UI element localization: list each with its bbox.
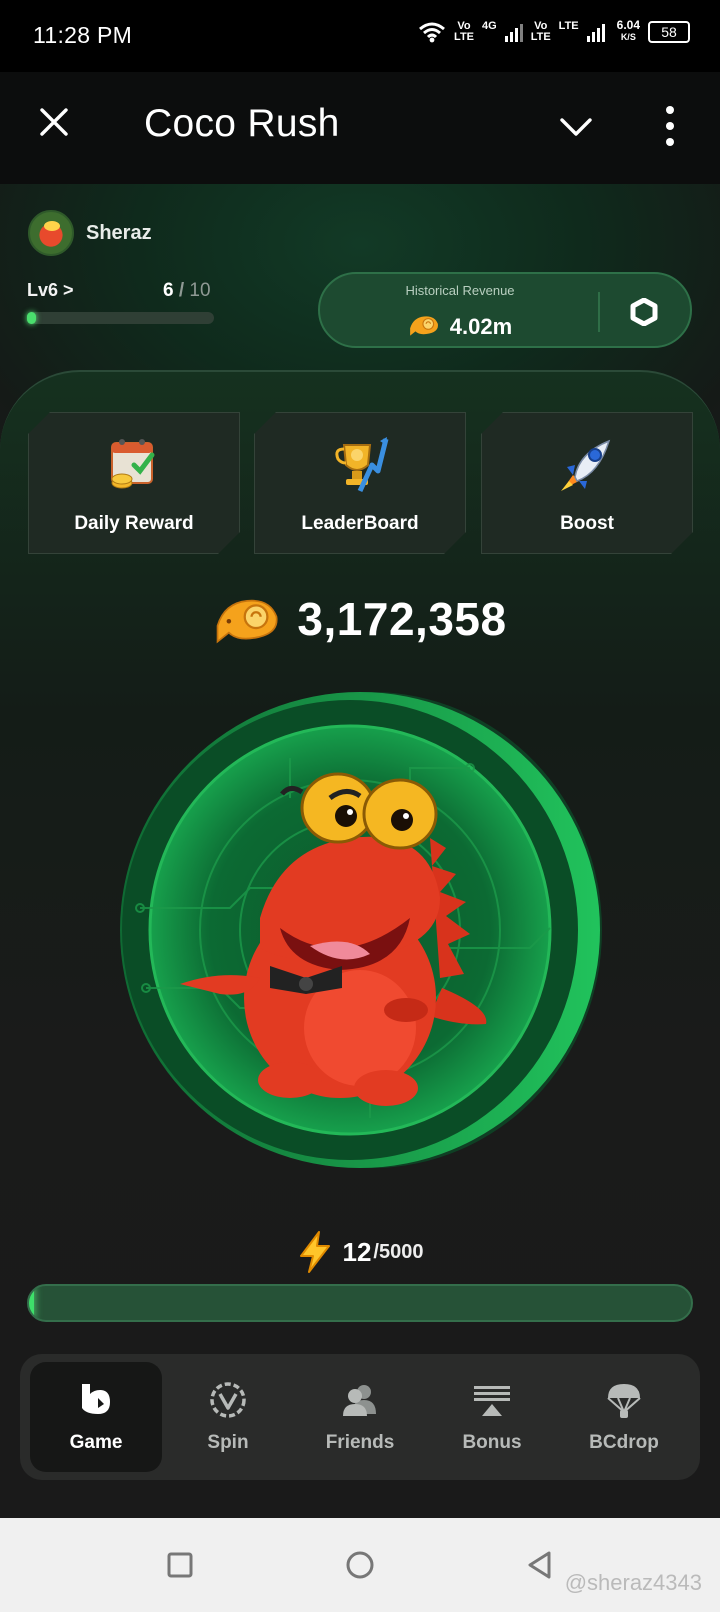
leaderboard-label: LeaderBoard: [301, 513, 419, 534]
boost-card[interactable]: Boost: [481, 412, 693, 554]
rocket-icon: [557, 435, 617, 495]
nav-bonus[interactable]: Bonus: [426, 1362, 558, 1472]
app-header: Coco Rush: [0, 72, 720, 184]
revenue-value-row: 4.02m: [320, 312, 600, 340]
energy-current: 12: [342, 1236, 372, 1267]
chevron-down-icon[interactable]: [556, 107, 596, 147]
system-nav-bar: [0, 1518, 720, 1612]
historical-revenue-pill[interactable]: Historical Revenue 4.02m: [318, 272, 692, 348]
nav-spin-label: Spin: [207, 1432, 249, 1453]
volte-indicator-1: Vo LTE: [454, 19, 475, 43]
level-link[interactable]: Lv6 >: [27, 280, 74, 301]
user-name: Sheraz: [86, 221, 152, 244]
revenue-value: 4.02m: [449, 314, 513, 339]
network-lte-label: LTE: [558, 20, 579, 32]
signal-icon-2: [586, 22, 605, 42]
boost-label: Boost: [560, 513, 614, 534]
nav-bcdrop-label: BCdrop: [589, 1432, 659, 1453]
user-profile[interactable]: Sheraz: [28, 210, 152, 256]
friends-icon: [343, 1385, 376, 1416]
leaderboard-card[interactable]: LeaderBoard: [254, 412, 466, 554]
network-4g-label: 4G: [482, 20, 497, 32]
net-speed-unit: K/S: [620, 32, 636, 42]
close-icon[interactable]: [34, 102, 74, 142]
status-time: 11:28 PM: [33, 22, 133, 48]
bottom-nav: Game Spin Friends Bonus BCdrop: [20, 1354, 700, 1480]
wifi-icon: [419, 22, 446, 42]
nav-game[interactable]: Game: [30, 1362, 162, 1472]
nav-spin[interactable]: Spin: [162, 1362, 294, 1472]
hexagon-settings-icon[interactable]: [630, 298, 658, 326]
home-icon[interactable]: [345, 1550, 375, 1580]
revenue-divider: [598, 292, 600, 332]
watermark: @sheraz4343: [564, 1570, 702, 1595]
trophy-icon: [330, 435, 390, 495]
lightning-icon: [299, 1231, 330, 1273]
net-speed: 6.04 K/S: [616, 18, 640, 43]
balance-value: 3,172,358: [297, 593, 507, 645]
nav-game-label: Game: [69, 1432, 123, 1453]
level-progress-bar: [27, 312, 214, 324]
game-area: Sheraz Lv6 > 6 / 10 Historical Revenue 4…: [0, 184, 720, 1518]
page-title: Coco Rush: [144, 102, 340, 145]
fish-coin-icon: [409, 316, 438, 336]
energy-progress-bar: [27, 1284, 693, 1322]
bonus-icon: [474, 1386, 510, 1416]
calendar-coins-icon: [104, 435, 164, 495]
nav-bonus-label: Bonus: [462, 1432, 522, 1453]
energy-max: /5000: [373, 1240, 424, 1263]
daily-reward-label: Daily Reward: [74, 513, 194, 534]
spin-icon: [210, 1382, 246, 1418]
level-progress-text: 6 / 10: [163, 280, 211, 302]
energy-counter: 12 /5000: [0, 1230, 720, 1274]
coin-balance: 3,172,358: [0, 590, 720, 648]
signal-icon: [504, 22, 523, 42]
recent-apps-icon[interactable]: [165, 1550, 195, 1580]
revenue-label: Historical Revenue: [405, 283, 515, 298]
back-icon[interactable]: [525, 1550, 555, 1580]
fish-coin-icon: [217, 599, 278, 644]
nav-friends[interactable]: Friends: [294, 1362, 426, 1472]
game-icon: [82, 1384, 110, 1414]
daily-reward-card[interactable]: Daily Reward: [28, 412, 240, 554]
status-icons: Vo LTE 4G Vo LTE LTE 6.04 K/S 58: [418, 18, 690, 43]
avatar[interactable]: [28, 210, 74, 256]
nav-friends-label: Friends: [325, 1432, 395, 1453]
level-current: 6: [163, 280, 174, 301]
level-max: 10: [189, 280, 211, 301]
nav-bcdrop[interactable]: BCdrop: [558, 1362, 690, 1472]
net-speed-value: 6.04: [616, 18, 640, 32]
battery-icon: 58: [648, 20, 690, 43]
parachute-icon: [607, 1384, 641, 1418]
more-vertical-icon[interactable]: [660, 104, 680, 148]
tap-coin[interactable]: [110, 688, 610, 1172]
level-progress-fill: [27, 312, 37, 324]
status-bar: 11:28 PM Vo LTE 4G Vo LTE LTE 6.04 K/S 58: [0, 0, 720, 72]
volte-indicator-2: Vo LTE: [530, 19, 551, 43]
level-separator: /: [178, 280, 185, 301]
